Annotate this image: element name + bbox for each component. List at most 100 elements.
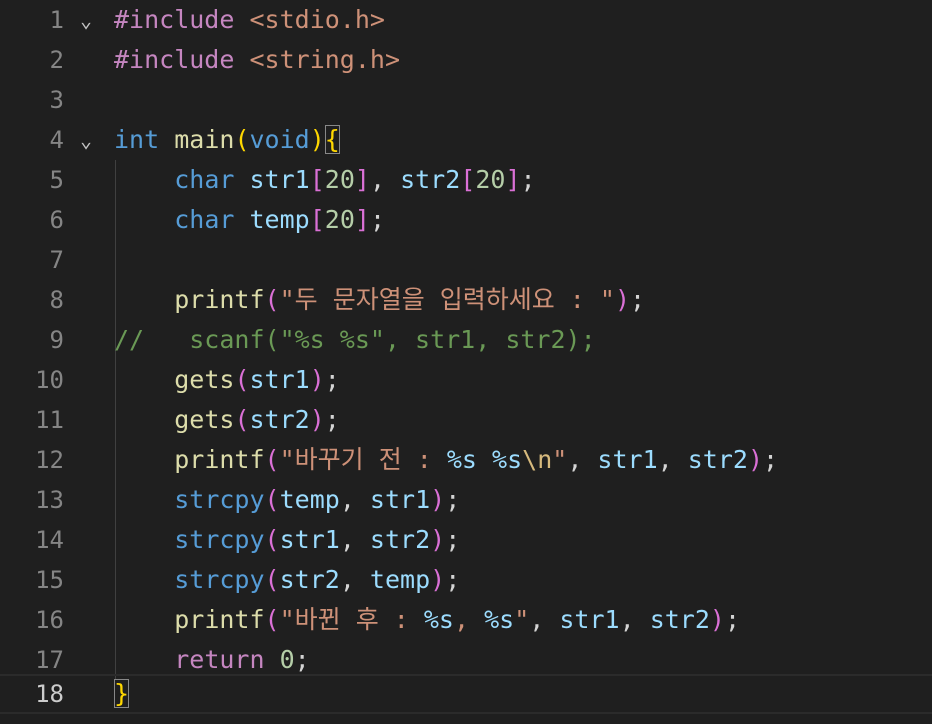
chevron-down-icon[interactable]: ⌄ — [80, 0, 104, 40]
semicolon: ; — [445, 565, 461, 594]
code-line-18[interactable]: 18 } — [0, 674, 932, 714]
comma: , — [339, 565, 370, 594]
semicolon: ; — [445, 485, 461, 514]
return-keyword: return — [174, 645, 265, 674]
code-line-2[interactable]: 2 #include <string.h> — [0, 40, 932, 80]
code-editor[interactable]: 1 ⌄ #include <stdio.h> 2 #include <strin… — [0, 0, 932, 724]
bracket: ] — [505, 165, 521, 194]
paren: ) — [709, 605, 725, 634]
code-line-9[interactable]: 9 // scanf("%s %s", str1, str2); — [0, 320, 932, 360]
line-number-10: 10 — [35, 366, 64, 394]
comma: , — [619, 605, 650, 634]
line-number-9: 9 — [49, 326, 64, 354]
variable: temp — [279, 485, 340, 514]
string-literal: , — [453, 605, 485, 634]
variable: str1 — [249, 165, 310, 194]
line-number-13: 13 — [35, 486, 64, 514]
variable: temp — [369, 565, 431, 594]
string-literal: " — [552, 445, 568, 474]
paren: ) — [614, 285, 631, 314]
code-line-7[interactable]: 7 — [0, 240, 932, 280]
variable: str2 — [649, 605, 710, 634]
line-number-14: 14 — [35, 526, 64, 554]
paren: ( — [234, 125, 250, 154]
comma: , — [567, 445, 598, 474]
line-number-6: 6 — [49, 206, 64, 234]
semicolon: ; — [763, 445, 779, 474]
bracket: [ — [309, 165, 325, 194]
function-name: strcpy — [174, 565, 265, 594]
code-text-14: strcpy(str1, str2); — [114, 520, 460, 560]
code-line-15[interactable]: 15 strcpy(str2, temp); — [0, 560, 932, 600]
string-literal: "두 문자열을 입력하세요 : " — [279, 285, 615, 314]
comma: , — [339, 525, 370, 554]
chevron-down-icon[interactable]: ⌄ — [80, 120, 104, 160]
string-literal — [477, 445, 492, 474]
function-name: main — [174, 125, 235, 154]
header-name: <stdio.h> — [249, 5, 385, 34]
format-specifier: %s — [446, 445, 477, 474]
code-line-12[interactable]: 12 printf("바꾸기 전 : %s %s\n", str1, str2)… — [0, 440, 932, 480]
param-keyword: void — [249, 125, 310, 154]
format-specifier: %s — [492, 445, 523, 474]
paren: ) — [309, 405, 325, 434]
comment: // scanf("%s %s", str1, str2); — [114, 325, 596, 354]
semicolon: ; — [445, 525, 461, 554]
variable: temp — [249, 205, 310, 234]
variable: str1 — [369, 485, 431, 514]
line-number-4: 4 — [49, 126, 64, 154]
number: 20 — [324, 165, 355, 194]
code-text-8: printf("두 문자열을 입력하세요 : "); — [114, 280, 645, 320]
code-text-1: #include <stdio.h> — [114, 0, 385, 40]
code-line-1[interactable]: 1 ⌄ #include <stdio.h> — [0, 0, 932, 40]
variable: str1 — [559, 605, 620, 634]
escape-sequence: \n — [522, 445, 553, 474]
matched-brace: } — [114, 679, 130, 708]
variable: str2 — [400, 165, 461, 194]
paren: ) — [309, 125, 325, 154]
number: 20 — [475, 165, 506, 194]
code-line-8[interactable]: 8 printf("두 문자열을 입력하세요 : "); — [0, 280, 932, 320]
code-text-12: printf("바꾸기 전 : %s %s\n", str1, str2); — [114, 440, 778, 480]
code-line-4[interactable]: 4 ⌄ int main(void){ — [0, 120, 932, 160]
code-line-6[interactable]: 6 char temp[20]; — [0, 200, 932, 240]
semicolon: ; — [369, 205, 386, 234]
variable: str2 — [249, 405, 310, 434]
function-name: strcpy — [174, 525, 265, 554]
string-literal: "바꾸기 전 : — [279, 445, 447, 474]
paren: ( — [234, 365, 250, 394]
paren: ( — [264, 485, 280, 514]
code-line-14[interactable]: 14 strcpy(str1, str2); — [0, 520, 932, 560]
semicolon: ; — [630, 285, 646, 314]
paren: ) — [309, 365, 325, 394]
bracket: [ — [460, 165, 476, 194]
code-line-13[interactable]: 13 strcpy(temp, str1); — [0, 480, 932, 520]
code-line-5[interactable]: 5 char str1[20], str2[20]; — [0, 160, 932, 200]
code-text-16: printf("바뀐 후 : %s, %s", str1, str2); — [114, 600, 740, 640]
type-keyword: char — [174, 205, 235, 234]
function-name: printf — [174, 605, 265, 634]
number: 20 — [324, 205, 355, 234]
function-name: printf — [174, 445, 265, 474]
line-number-2: 2 — [49, 46, 64, 74]
variable: str1 — [249, 365, 310, 394]
code-line-3[interactable]: 3 — [0, 80, 932, 120]
string-literal: "바뀐 후 : — [279, 605, 424, 634]
function-name: strcpy — [174, 485, 265, 514]
variable: str1 — [279, 525, 340, 554]
line-number-1: 1 — [49, 6, 64, 34]
code-text-2: #include <string.h> — [114, 40, 400, 80]
code-text-13: strcpy(temp, str1); — [114, 480, 460, 520]
paren: ( — [234, 405, 250, 434]
code-line-16[interactable]: 16 printf("바뀐 후 : %s, %s", str1, str2); — [0, 600, 932, 640]
code-line-10[interactable]: 10 gets(str1); — [0, 360, 932, 400]
line-number-18: 18 — [35, 680, 64, 708]
bracket: ] — [354, 205, 370, 234]
paren: ) — [430, 525, 446, 554]
comma: , — [339, 485, 370, 514]
code-line-11[interactable]: 11 gets(str2); — [0, 400, 932, 440]
line-number-8: 8 — [49, 286, 64, 314]
semicolon: ; — [520, 165, 536, 194]
line-number-3: 3 — [49, 86, 64, 114]
